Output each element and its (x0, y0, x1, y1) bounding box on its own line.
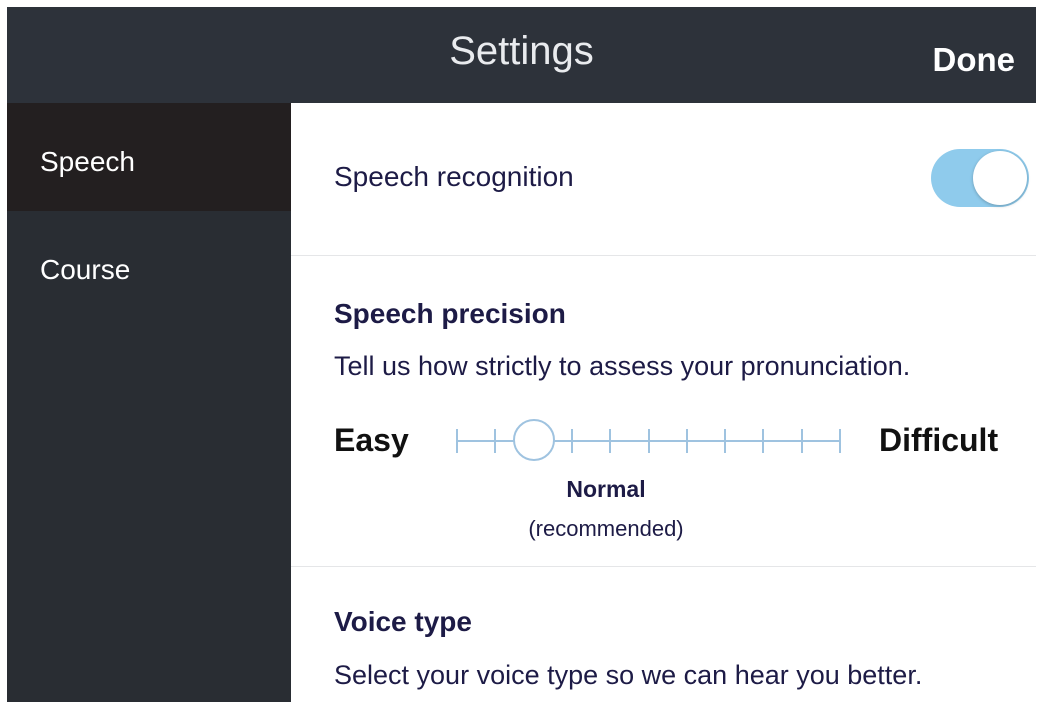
sidebar-item-course[interactable]: Course (7, 211, 291, 319)
sidebar-item-label: Speech (40, 146, 135, 177)
settings-window: Settings Done Speech Course Speech recog… (7, 7, 1036, 702)
toggle-knob-icon (973, 151, 1027, 205)
slider-tick (570, 429, 573, 453)
slider-selected-label: Normal (566, 476, 646, 502)
header-bar: Settings Done (7, 7, 1036, 103)
speech-precision-title: Speech precision (334, 298, 566, 329)
done-button[interactable]: Done (933, 41, 1016, 79)
speech-precision-section: Speech precision Tell us how strictly to… (291, 256, 1036, 567)
speech-precision-slider[interactable] (456, 419, 841, 461)
voice-type-title: Voice type (334, 606, 472, 637)
speech-precision-description: Tell us how strictly to assess your pron… (334, 351, 911, 381)
slider-tick (609, 429, 612, 453)
slider-tick (762, 429, 765, 453)
speech-recognition-row: Speech recognition (291, 103, 1036, 256)
slider-tick (494, 429, 497, 453)
slider-tick (647, 429, 650, 453)
slider-min-label: Easy (334, 422, 409, 458)
speech-recognition-label: Speech recognition (334, 161, 574, 192)
sidebar-item-speech[interactable]: Speech (7, 103, 291, 211)
settings-content: Speech recognition Speech precision Tell… (291, 103, 1036, 702)
slider-tick (724, 429, 727, 453)
sidebar: Speech Course (7, 103, 291, 702)
slider-max-label: Difficult (879, 422, 999, 458)
slider-tick (685, 429, 688, 453)
slider-thumb-icon[interactable] (512, 419, 555, 461)
speech-recognition-toggle[interactable] (931, 149, 1029, 207)
page-title: Settings (449, 29, 594, 73)
voice-type-description: Select your voice type so we can hear yo… (334, 660, 923, 690)
sidebar-item-label: Course (40, 254, 131, 285)
slider-tick (839, 429, 841, 453)
slider-tick (456, 429, 458, 453)
slider-selected-note: (recommended) (528, 516, 684, 541)
slider-tick (800, 429, 803, 453)
